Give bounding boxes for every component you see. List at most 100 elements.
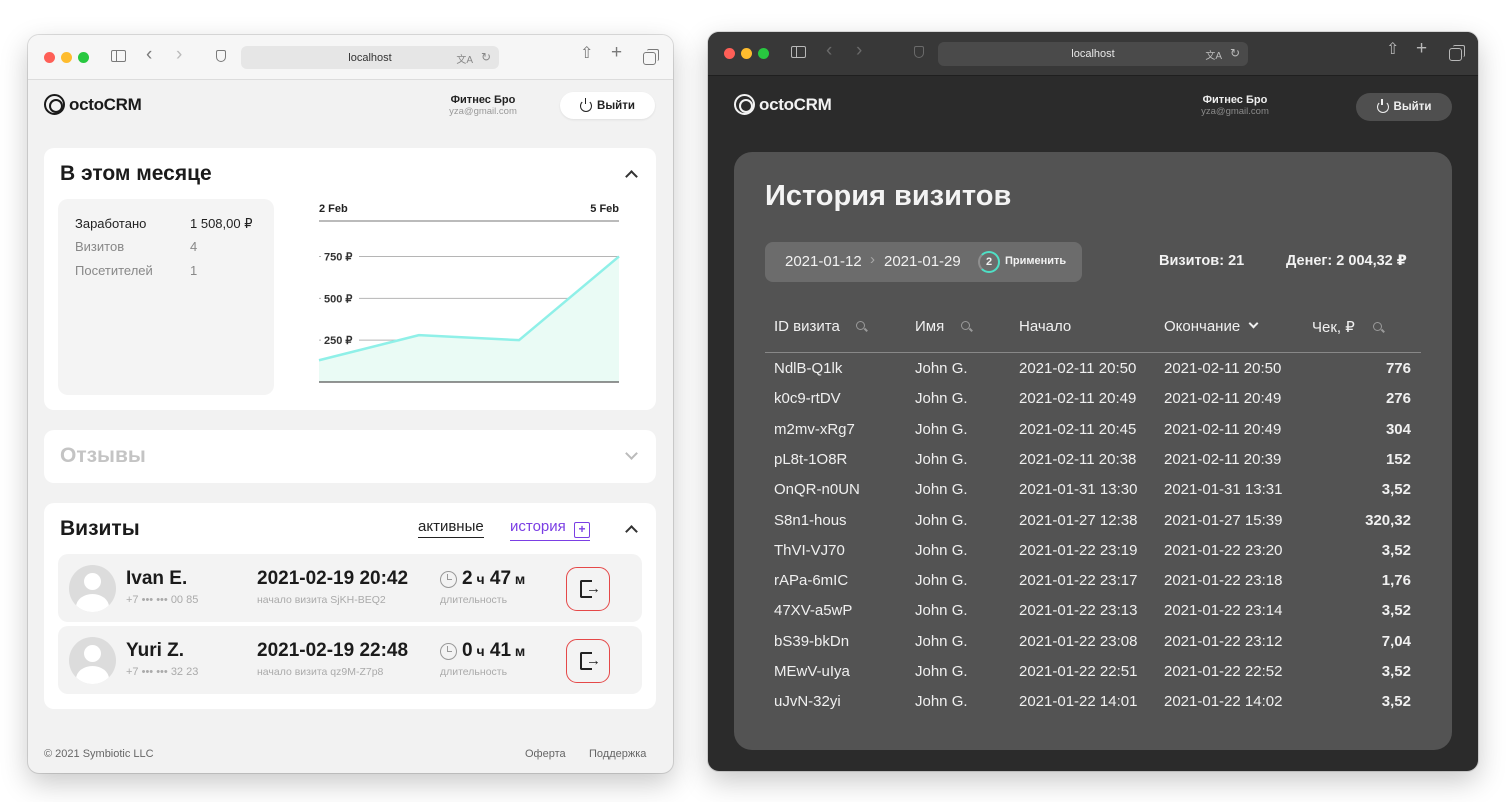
table-row[interactable]: bS39-bkDn John G. 2021-01-22 23:08 2021-01-… — [734, 626, 1452, 656]
y-tick-label: 500 ₽ — [324, 293, 352, 305]
sort-chevron-down-icon[interactable] — [1248, 318, 1259, 329]
column-header-start[interactable]: Начало — [1019, 318, 1071, 335]
x-tick-label: 2 Feb — [319, 203, 348, 215]
table-row[interactable]: pL8t-1O8R John G. 2021-02-11 20:38 2021-02-… — [734, 444, 1452, 474]
date-to[interactable]: 2021-01-29 — [884, 253, 961, 270]
table-row[interactable]: MEwV-uIya John G. 2021-01-22 22:51 2021-01-… — [734, 656, 1452, 686]
end-cell: 2021-01-22 23:18 — [1164, 572, 1283, 590]
minimize-window-button[interactable] — [61, 52, 72, 63]
user-email: yza@gmail.com — [1201, 106, 1269, 117]
new-tab-icon[interactable]: + — [1416, 39, 1427, 58]
y-tick-label: 250 ₽ — [324, 335, 352, 347]
sidebar-toggle-icon[interactable] — [111, 50, 126, 62]
end-cell: 2021-01-22 23:14 — [1164, 602, 1283, 620]
table-row[interactable]: OnQR-n0UN John G. 2021-01-31 13:30 2021-01-… — [734, 474, 1452, 504]
logout-label: Выйти — [1393, 101, 1432, 113]
visit-row[interactable]: Yuri Z. +7 ••• ••• 32 23 2021-02-19 22:4… — [58, 626, 642, 694]
octo-logo-icon — [734, 94, 755, 115]
column-header-amount[interactable]: Чек, ₽ — [1312, 318, 1382, 336]
visits-title: Визиты — [60, 517, 140, 540]
new-tab-icon[interactable]: + — [611, 43, 622, 62]
forward-icon[interactable]: › — [176, 45, 182, 64]
tab-active-visits[interactable]: активные — [418, 518, 484, 538]
date-range-filter[interactable]: 2021-01-12 › 2021-01-29 2 Применить — [765, 242, 1082, 282]
table-row[interactable]: uJvN-32yi John G. 2021-01-22 14:01 2021-01-… — [734, 686, 1452, 716]
logo[interactable]: octoCRM — [44, 94, 142, 115]
visits-total: Визитов: 21 — [1159, 253, 1244, 269]
forward-icon[interactable]: › — [856, 41, 862, 60]
logout-button[interactable]: Выйти — [1356, 93, 1452, 121]
start-cell: 2021-01-22 22:51 — [1019, 663, 1138, 680]
money-total: Денег: 2 004,32 ₽ — [1286, 253, 1407, 269]
table-row[interactable]: k0c9-rtDV John G. 2021-02-11 20:49 2021-02-… — [734, 383, 1452, 413]
reload-icon[interactable]: ↻ — [1230, 46, 1240, 60]
tab-visit-history[interactable]: история + — [510, 518, 590, 541]
end-visit-button[interactable] — [566, 567, 610, 611]
table-row[interactable]: ThVI-VJ70 John G. 2021-01-22 23:19 2021-01-… — [734, 535, 1452, 565]
expand-chevron-icon[interactable] — [625, 447, 638, 460]
share-icon[interactable]: ⇧ — [580, 46, 593, 62]
visit-start-time: 2021-02-19 22:48 — [257, 640, 409, 661]
tab-overview-icon[interactable] — [643, 49, 659, 65]
start-cell: 2021-01-22 23:13 — [1019, 602, 1138, 620]
collapse-visits-chevron-icon[interactable] — [625, 525, 638, 538]
search-icon[interactable] — [856, 321, 865, 330]
reload-icon[interactable]: ↻ — [481, 50, 491, 64]
address-bar[interactable]: localhost 文A ↻ — [938, 42, 1248, 66]
search-icon[interactable] — [961, 321, 971, 330]
minimize-window-button[interactable] — [741, 48, 752, 59]
logout-button[interactable]: Выйти — [560, 92, 655, 119]
amount-cell: 152 — [1385, 450, 1411, 468]
logo[interactable]: octoCRM — [734, 94, 832, 115]
close-window-button[interactable] — [724, 48, 735, 59]
maximize-window-button[interactable] — [758, 48, 769, 59]
close-window-button[interactable] — [44, 52, 55, 63]
amount-cell: 320,32 — [1365, 511, 1411, 529]
start-cell: 2021-02-11 20:49 — [1019, 390, 1137, 408]
stat-value: 1 — [190, 263, 198, 278]
table-row[interactable]: m2mv-xRg7 John G. 2021-02-11 20:45 2021-02-… — [734, 414, 1452, 444]
user-name: Фитнес Бро — [450, 94, 516, 106]
offer-link[interactable]: Оферта — [525, 748, 566, 760]
start-cell: 2021-01-22 23:08 — [1019, 632, 1138, 650]
support-link[interactable]: Поддержка — [589, 748, 646, 760]
x-tick-label: 5 Feb — [590, 203, 619, 215]
tab-overview-icon[interactable] — [1449, 45, 1465, 61]
column-header-end[interactable]: Окончание — [1164, 318, 1259, 335]
chevron-right-icon: › — [870, 251, 875, 268]
translate-icon[interactable]: 文A — [456, 51, 473, 66]
table-row[interactable]: rAPa-6mIC John G. 2021-01-22 23:17 2021-01-… — [734, 565, 1452, 595]
apply-button[interactable]: Применить — [1005, 255, 1066, 267]
name-cell: John G. — [915, 663, 968, 680]
filter-count-badge: 2 — [978, 251, 1000, 273]
back-icon[interactable]: ‹ — [146, 45, 152, 64]
reviews-card[interactable]: Отзывы — [44, 430, 656, 483]
translate-icon[interactable]: 文A — [1205, 47, 1222, 62]
duration-hours: 0 — [462, 640, 473, 661]
table-row[interactable]: 47XV-a5wP John G. 2021-01-22 23:13 2021-01-… — [734, 595, 1452, 625]
sidebar-toggle-icon[interactable] — [791, 46, 806, 58]
address-bar[interactable]: localhost 文A ↻ — [241, 46, 499, 69]
duration-caption: длительность — [440, 666, 508, 678]
visits-total-value: 21 — [1228, 253, 1245, 269]
back-icon[interactable]: ‹ — [826, 41, 832, 60]
visit-id-cell: 47XV-a5wP — [774, 602, 853, 620]
maximize-window-button[interactable] — [78, 52, 89, 63]
collapse-chevron-icon[interactable] — [625, 170, 638, 183]
name-cell: John G. — [915, 693, 968, 711]
column-header-id[interactable]: ID визита — [774, 318, 865, 335]
column-header-name[interactable]: Имя — [915, 318, 971, 335]
minutes-unit: м — [514, 571, 526, 587]
share-icon[interactable]: ⇧ — [1386, 42, 1399, 58]
table-row[interactable]: NdlB-Q1lk John G. 2021-02-11 20:50 2021-02-… — [734, 353, 1452, 383]
search-icon[interactable] — [1372, 322, 1382, 331]
visit-row[interactable]: Ivan E. +7 ••• ••• 00 85 2021-02-19 20:4… — [58, 554, 642, 622]
privacy-shield-icon[interactable] — [216, 50, 226, 62]
privacy-shield-icon[interactable] — [914, 46, 924, 58]
duration-minutes: 41 — [489, 640, 512, 661]
date-from[interactable]: 2021-01-12 — [785, 253, 862, 270]
light-browser-window: ‹ › localhost 文A ↻ ⇧ + octoCRM Фитнес Бр… — [28, 35, 673, 773]
table-row[interactable]: S8n1-hous John G. 2021-01-27 12:38 2021-01-… — [734, 505, 1452, 535]
end-visit-button[interactable] — [566, 639, 610, 683]
start-cell: 2021-01-31 13:30 — [1019, 481, 1138, 499]
